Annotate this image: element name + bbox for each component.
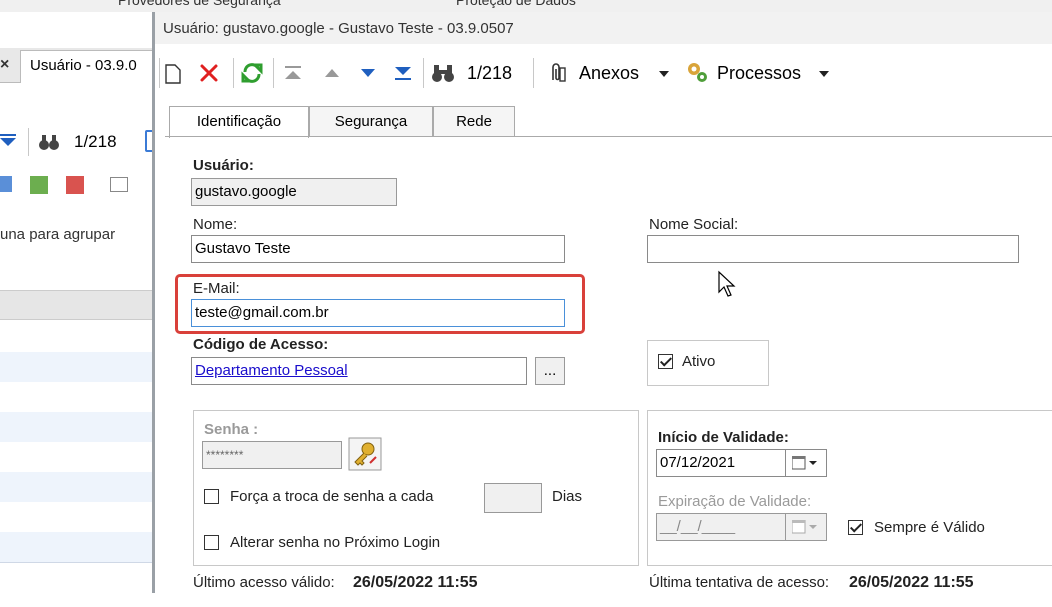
processos-dropdown-icon[interactable] <box>819 71 829 77</box>
tab-identificacao[interactable]: Identificação <box>169 106 309 138</box>
email-field[interactable]: teste@gmail.com.br <box>191 299 565 327</box>
bg-export-icon[interactable] <box>66 176 84 194</box>
record-counter: 1/218 <box>467 63 513 83</box>
previous-record-icon[interactable] <box>323 65 341 81</box>
anexos-dropdown-icon[interactable] <box>659 71 669 77</box>
senha-groupbox: Senha : ******** Força a troca de senha … <box>193 410 639 566</box>
codigo-browse-button[interactable]: ... <box>535 357 565 385</box>
bg-toolbar: 1/218 <box>0 126 155 158</box>
ativo-checkbox[interactable] <box>658 354 673 369</box>
bg-grid-row[interactable] <box>0 352 152 383</box>
inicio-validade-field[interactable]: 07/12/2021 <box>656 449 786 477</box>
first-record-icon[interactable] <box>283 63 303 83</box>
bg-import-icon[interactable] <box>30 176 48 194</box>
nome-field[interactable]: Gustavo Teste <box>191 235 565 263</box>
nome-social-field[interactable] <box>647 235 1019 263</box>
bg-toolbar-2 <box>0 172 152 198</box>
forca-troca-label: Força a troca de senha a cada <box>230 488 434 505</box>
codigo-acesso-link[interactable]: Departamento Pessoal <box>195 362 348 379</box>
bg-grid-row[interactable] <box>0 412 152 443</box>
calendar-dropdown-icon <box>792 456 817 470</box>
dias-label: Dias <box>552 488 583 505</box>
usuario-field[interactable]: gustavo.google <box>191 178 397 206</box>
dialog-titlebar[interactable]: Usuário: gustavo.google - Gustavo Teste … <box>155 12 1052 44</box>
alterar-senha-label: Alterar senha no Próximo Login <box>230 534 441 551</box>
dialog-tabs: Identificação Segurança Rede <box>155 106 1052 138</box>
ultimo-acesso-label: Último acesso válido: <box>193 574 335 591</box>
codigo-acesso-label: Código de Acesso: <box>193 336 329 353</box>
mouse-cursor-icon <box>718 270 736 297</box>
refresh-icon[interactable] <box>241 61 263 85</box>
ativo-groupbox: Ativo <box>647 340 769 386</box>
ultimo-acesso-value: 26/05/2022 11:55 <box>353 574 478 591</box>
dialog-title: Usuário: gustavo.google - Gustavo Teste … <box>163 20 514 37</box>
sempre-valido-label: Sempre é Válido <box>874 519 985 536</box>
validade-groupbox: Início de Validade: 07/12/2021 Expiração… <box>647 410 1052 566</box>
binoculars-icon[interactable] <box>431 62 455 84</box>
ativo-label: Ativo <box>682 353 716 370</box>
expiracao-calendar-button <box>785 513 827 541</box>
paperclip-icon[interactable] <box>547 62 567 84</box>
bg-grid-header <box>0 290 152 320</box>
processos-menu[interactable]: Processos <box>717 63 801 84</box>
user-dialog: Usuário: gustavo.google - Gustavo Teste … <box>152 12 1052 593</box>
bg-grid-row[interactable] <box>0 442 152 473</box>
expiracao-validade-label: Expiração de Validade: <box>658 493 812 510</box>
senha-field: ******** <box>202 441 342 469</box>
next-record-icon[interactable] <box>359 65 377 81</box>
nome-label: Nome: <box>193 216 238 233</box>
anexos-menu[interactable]: Anexos <box>579 63 639 84</box>
bg-grid-icon[interactable] <box>0 176 12 192</box>
bg-binoculars-icon[interactable] <box>38 132 60 152</box>
tab-seguranca[interactable]: Segurança <box>309 106 433 136</box>
ultima-tentativa-value: 26/05/2022 11:55 <box>849 574 974 591</box>
sempre-valido-checkbox[interactable] <box>848 520 863 535</box>
usuario-label: Usuário: <box>193 157 254 174</box>
bg-top-label-1: Provedores de Segurança <box>118 0 281 8</box>
forca-troca-checkbox[interactable] <box>204 489 219 504</box>
bg-record-counter: 1/218 <box>74 132 117 151</box>
processos-gears-icon[interactable] <box>685 60 711 84</box>
delete-icon[interactable] <box>199 63 219 83</box>
bg-group-hint: una para agrupar <box>0 226 116 243</box>
bg-layout-icon[interactable] <box>110 177 128 192</box>
last-record-icon[interactable] <box>393 63 413 83</box>
expiracao-validade-field: __/__/____ <box>656 513 786 541</box>
ultima-tentativa-label: Última tentativa de acesso: <box>649 574 830 591</box>
bg-grid-row[interactable] <box>0 532 152 563</box>
email-label: E-Mail: <box>193 280 240 297</box>
bg-grid-row[interactable] <box>0 322 152 353</box>
bg-grid-row[interactable] <box>0 472 152 503</box>
codigo-acesso-field[interactable]: Departamento Pessoal <box>191 357 527 385</box>
alterar-senha-checkbox[interactable] <box>204 535 219 550</box>
bg-tab-usuario[interactable]: Usuário - 03.9.0 <box>20 50 154 83</box>
senha-label: Senha : <box>204 421 259 438</box>
inicio-validade-calendar-button[interactable] <box>785 449 827 477</box>
tab-rede[interactable]: Rede <box>433 106 515 136</box>
nome-social-label: Nome Social: <box>649 216 739 233</box>
calendar-dropdown-disabled-icon <box>792 520 817 534</box>
dias-field[interactable] <box>484 483 542 513</box>
dialog-toolbar: 1/218 Anexos Processos <box>155 52 1052 94</box>
new-document-icon[interactable] <box>165 64 181 84</box>
inicio-validade-label: Início de Validade: <box>658 429 789 446</box>
bg-last-record-icon[interactable] <box>0 132 18 150</box>
bg-grid-row[interactable] <box>0 382 152 413</box>
key-icon[interactable] <box>348 437 382 471</box>
bg-top-label-2: Proteção de Dados <box>456 0 576 8</box>
bg-tab-close-icon[interactable]: × <box>0 56 18 76</box>
bg-grid-row[interactable] <box>0 502 152 533</box>
bg-tab-label: Usuário - 03.9.0 <box>30 57 137 74</box>
